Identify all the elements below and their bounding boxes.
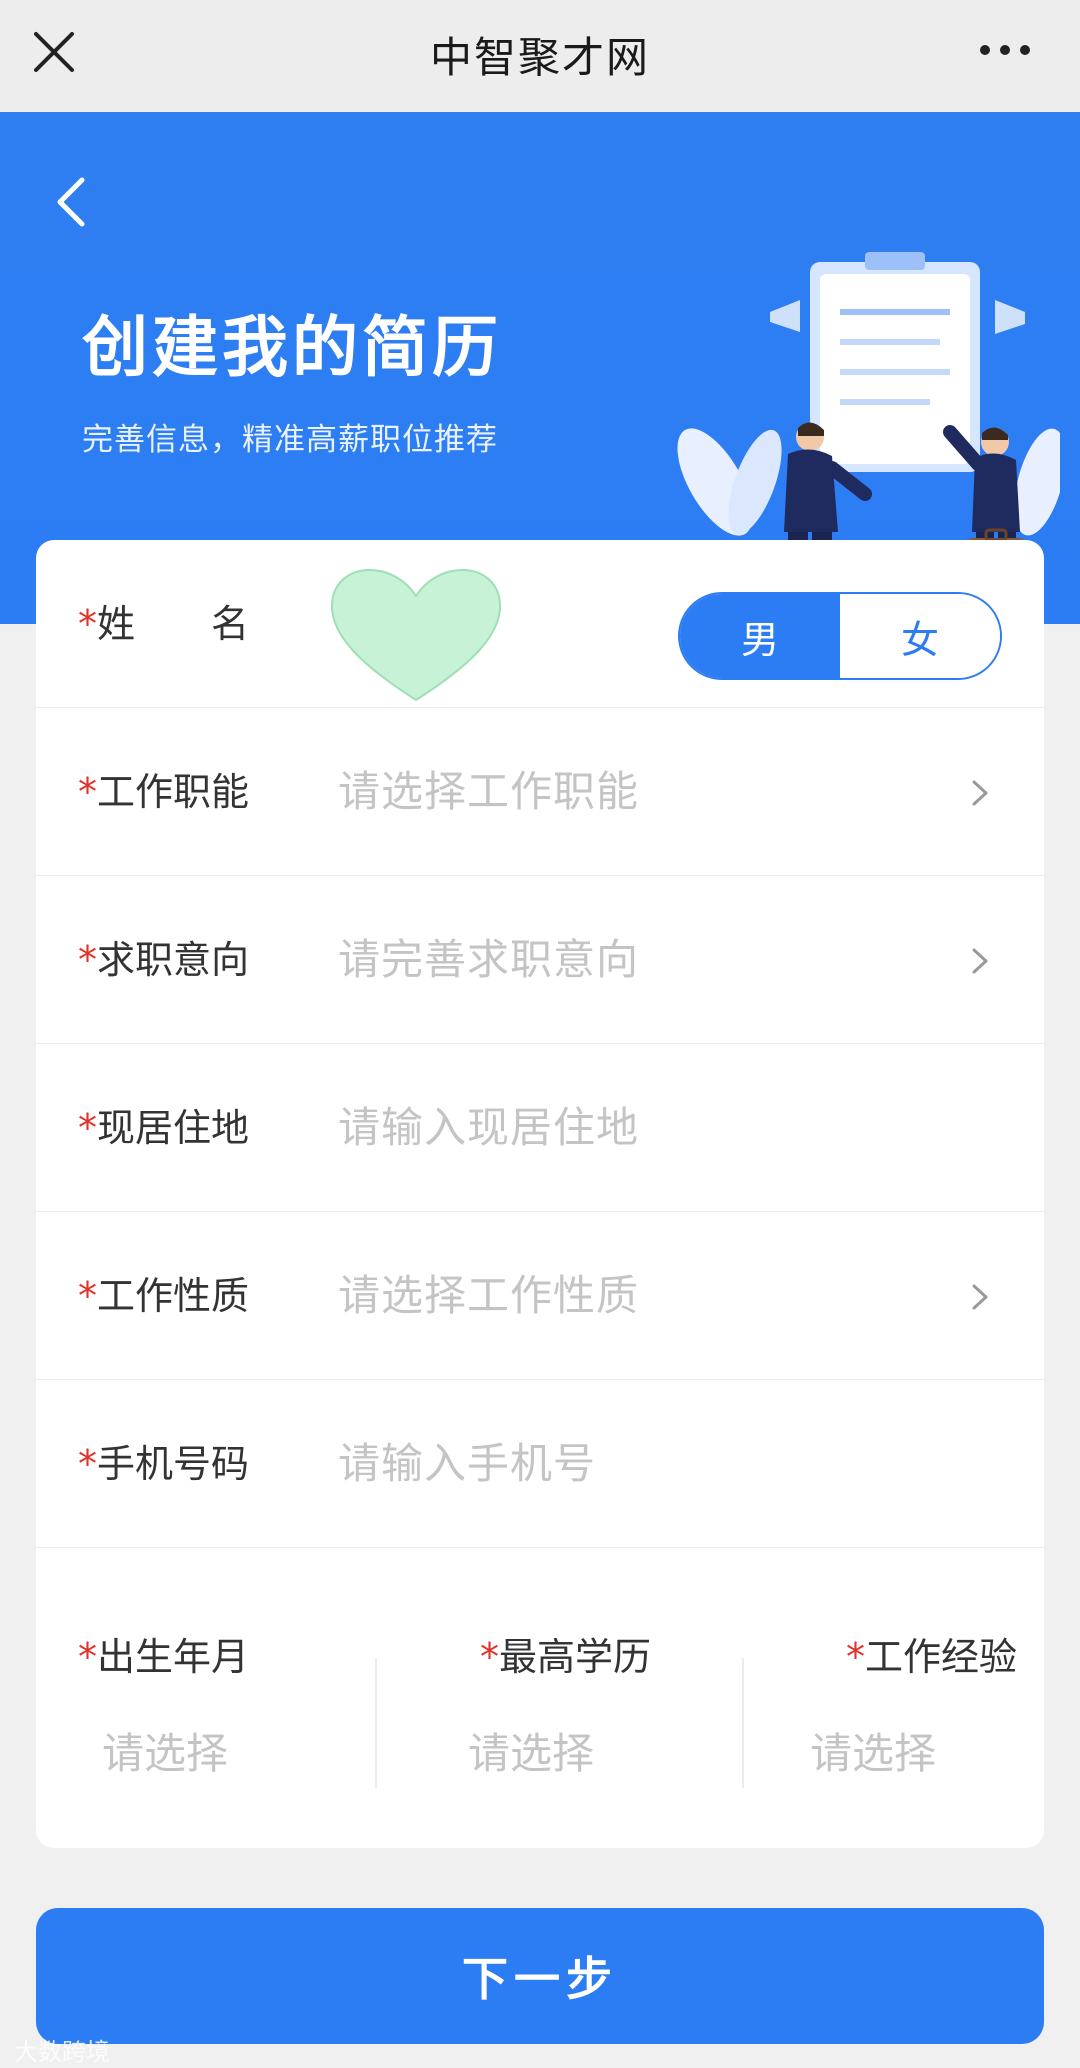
job-nature-label: *工作性质 xyxy=(78,1274,250,1318)
birth-date-field[interactable]: *出生年月 请选择 xyxy=(36,1548,372,1848)
birth-date-select[interactable]: 请选择 xyxy=(102,1720,228,1781)
chevron-right-icon xyxy=(972,948,988,974)
required-mark: * xyxy=(846,1635,865,1679)
education-label: *最高学历 xyxy=(480,1635,652,1679)
job-intention-label: *求职意向 xyxy=(78,938,250,982)
job-intention-row[interactable]: *求职意向 请完善求职意向 xyxy=(36,876,1044,1044)
next-step-button[interactable]: 下一步 xyxy=(36,1908,1044,2044)
required-mark: * xyxy=(78,1274,97,1318)
required-mark: * xyxy=(480,1635,499,1679)
required-mark: * xyxy=(78,602,97,646)
work-experience-select[interactable]: 请选择 xyxy=(810,1720,936,1781)
watermark: 大数跨境 xyxy=(14,2038,110,2066)
name-input-redaction[interactable] xyxy=(326,568,506,708)
job-function-row[interactable]: *工作职能 请选择工作职能 xyxy=(36,708,1044,876)
education-select[interactable]: 请选择 xyxy=(468,1720,594,1781)
residence-label: *现居住地 xyxy=(78,1106,250,1150)
required-mark: * xyxy=(78,1106,97,1150)
back-arrow-icon[interactable] xyxy=(52,172,92,232)
gender-male-option[interactable]: 男 xyxy=(680,594,840,678)
required-mark: * xyxy=(78,938,97,982)
gender-female-option[interactable]: 女 xyxy=(840,594,1000,678)
required-mark: * xyxy=(78,770,97,814)
chevron-right-icon xyxy=(972,780,988,806)
page-subheading: 完善信息，精准高薪职位推荐 xyxy=(82,422,498,458)
residence-row: *现居住地 请输入现居住地 xyxy=(36,1044,1044,1212)
triple-selector-row: *出生年月 请选择 *最高学历 请选择 *工作经验 请选择 xyxy=(36,1548,1044,1848)
birth-date-label: *出生年月 xyxy=(78,1635,250,1679)
top-bar: 中智聚才网 xyxy=(0,0,1080,112)
chevron-right-icon xyxy=(972,1284,988,1310)
job-nature-select[interactable]: 请选择工作性质 xyxy=(338,1212,639,1380)
phone-row: *手机号码 请输入手机号 xyxy=(36,1380,1044,1548)
resume-form-card: *姓 名 男 女 *工作职能 请选择工作职能 *求职意向 请完善求职意向 *现居… xyxy=(36,540,1044,1848)
more-options-icon[interactable] xyxy=(975,30,1035,70)
required-mark: * xyxy=(78,1442,97,1486)
phone-input[interactable]: 请输入手机号 xyxy=(338,1380,596,1548)
education-field[interactable]: *最高学历 请选择 xyxy=(372,1548,708,1848)
work-experience-label: *工作经验 xyxy=(846,1635,1018,1679)
app-title: 中智聚才网 xyxy=(429,33,650,82)
job-function-label: *工作职能 xyxy=(78,770,250,814)
work-experience-field[interactable]: *工作经验 请选择 xyxy=(708,1548,1044,1848)
required-mark: * xyxy=(78,1635,97,1679)
job-nature-row[interactable]: *工作性质 请选择工作性质 xyxy=(36,1212,1044,1380)
job-function-select[interactable]: 请选择工作职能 xyxy=(338,708,639,876)
page-heading: 创建我的简历 xyxy=(82,309,502,386)
job-intention-select[interactable]: 请完善求职意向 xyxy=(338,876,639,1044)
name-label: *姓 名 xyxy=(78,602,250,646)
residence-input[interactable]: 请输入现居住地 xyxy=(338,1044,639,1212)
name-row: *姓 名 男 女 xyxy=(36,540,1044,708)
gender-toggle[interactable]: 男 女 xyxy=(678,592,1002,680)
phone-label: *手机号码 xyxy=(78,1442,250,1486)
